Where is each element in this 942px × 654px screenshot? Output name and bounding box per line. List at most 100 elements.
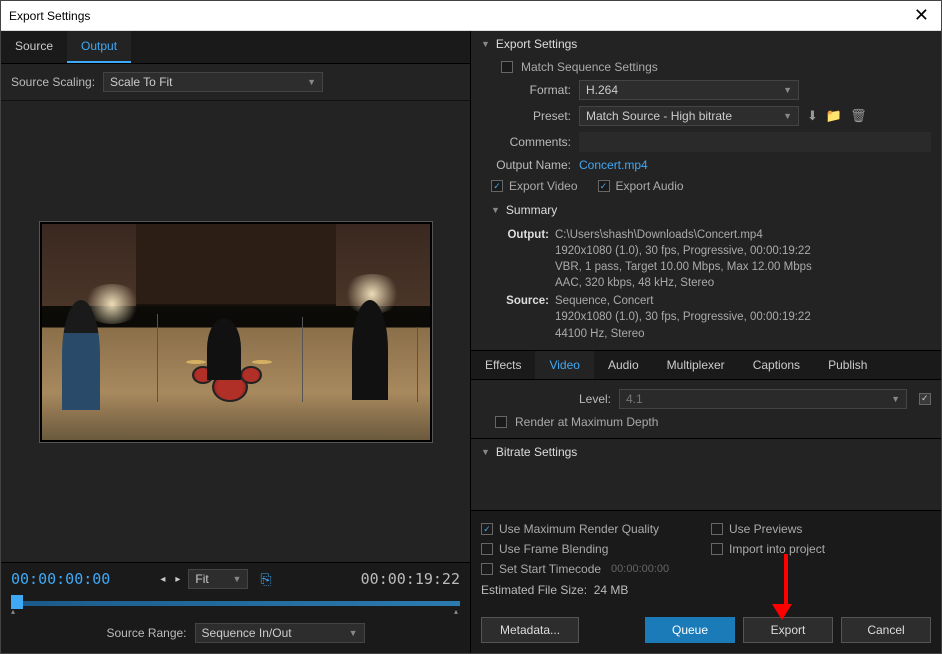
chevron-down-icon: ▼: [783, 111, 792, 121]
subtab-captions[interactable]: Captions: [739, 351, 814, 379]
comments-row: Comments:: [471, 129, 941, 155]
subtab-audio[interactable]: Audio: [594, 351, 653, 379]
out-marker-icon[interactable]: ▴: [454, 607, 460, 613]
source-scaling-value: Scale To Fit: [110, 75, 172, 89]
fit-dropdown[interactable]: Fit ▼: [188, 569, 248, 589]
est-size-label: Estimated File Size:: [481, 583, 587, 597]
use-max-render-checkbox[interactable]: [481, 523, 493, 535]
scrubber[interactable]: ▴ ▴: [11, 595, 460, 613]
queue-button[interactable]: Queue: [645, 617, 735, 643]
frame-blending-checkbox[interactable]: [481, 543, 493, 555]
summary-title: Summary: [506, 203, 557, 217]
subtab-multiplexer[interactable]: Multiplexer: [653, 351, 739, 379]
save-preset-icon[interactable]: ⬇: [807, 108, 818, 124]
format-label: Format:: [481, 83, 571, 97]
source-scaling-dropdown[interactable]: Scale To Fit ▼: [103, 72, 323, 92]
import-project-label: Import into project: [729, 542, 825, 556]
import-project-check: Import into project: [711, 542, 911, 556]
preset-icons: ⬇ 📁 🗑: [807, 108, 867, 124]
summary-out-line3: VBR, 1 pass, Target 10.00 Mbps, Max 12.0…: [555, 259, 931, 275]
subtab-effects[interactable]: Effects: [471, 351, 535, 379]
summary-output-row: Output: C:\Users\shash\Downloads\Concert…: [499, 227, 931, 291]
step-back-icon[interactable]: ◂: [158, 574, 167, 585]
crop-icon[interactable]: ⎘: [260, 571, 271, 588]
match-sequence-checkbox[interactable]: [501, 61, 513, 73]
start-tc-check: Set Start Timecode 00:00:00:00: [481, 562, 669, 576]
export-button[interactable]: Export: [743, 617, 833, 643]
summary-out-line4: AAC, 320 kbps, 48 kHz, Stereo: [555, 275, 931, 291]
output-name-row: Output Name: Concert.mp4: [471, 155, 941, 175]
subtab-video[interactable]: Video: [535, 351, 593, 379]
render-max-depth-row: Render at Maximum Depth: [471, 412, 941, 432]
output-name-label: Output Name:: [481, 158, 571, 172]
chevron-down-icon: ▼: [783, 85, 792, 95]
timecode-in[interactable]: 00:00:00:00: [11, 570, 110, 588]
right-scroll: ▼ Export Settings Match Sequence Setting…: [471, 31, 941, 510]
use-previews-checkbox[interactable]: [711, 523, 723, 535]
export-av-row: Export Video Export Audio: [471, 175, 941, 197]
export-audio-checkbox[interactable]: [598, 180, 610, 192]
import-preset-icon[interactable]: 📁: [826, 108, 842, 124]
tab-output[interactable]: Output: [67, 31, 131, 63]
timeline-area: 00:00:00:00 ◂ ▸ Fit ▼ ⎘ 00:00:19:22 ▴ ▴: [1, 562, 470, 653]
level-value: 4.1: [626, 392, 643, 406]
start-tc-value[interactable]: 00:00:00:00: [611, 563, 669, 575]
import-project-checkbox[interactable]: [711, 543, 723, 555]
export-audio-check: Export Audio: [598, 179, 684, 193]
format-value: H.264: [586, 83, 618, 97]
level-dropdown[interactable]: 4.1 ▼: [619, 389, 907, 409]
summary-output-label: Output:: [499, 227, 549, 291]
preview-area: [1, 101, 470, 562]
use-previews-check: Use Previews: [711, 522, 911, 536]
comments-label: Comments:: [481, 135, 571, 149]
subtab-publish[interactable]: Publish: [814, 351, 881, 379]
preview-frame[interactable]: [39, 221, 433, 443]
close-icon[interactable]: ✕: [910, 5, 933, 26]
in-marker-icon[interactable]: ▴: [11, 607, 17, 613]
summary-out-line1: C:\Users\shash\Downloads\Concert.mp4: [555, 227, 931, 243]
comments-input[interactable]: [579, 132, 931, 152]
summary-source-row: Source: Sequence, Concert 1920x1080 (1.0…: [499, 293, 931, 341]
disclosure-down-icon: ▼: [491, 205, 500, 215]
format-row: Format: H.264 ▼: [471, 77, 941, 103]
summary-source-text: Sequence, Concert 1920x1080 (1.0), 30 fp…: [555, 293, 931, 341]
metadata-button[interactable]: Metadata...: [481, 617, 579, 643]
bitrate-header[interactable]: ▼ Bitrate Settings: [471, 438, 941, 465]
render-options: Use Maximum Render Quality Use Previews …: [471, 510, 941, 607]
source-range-value: Sequence In/Out: [202, 626, 292, 640]
right-panel: ▼ Export Settings Match Sequence Setting…: [471, 31, 941, 653]
summary-src-line1: Sequence, Concert: [555, 293, 931, 309]
est-size-row: Estimated File Size: 24 MB: [481, 579, 931, 599]
use-max-render-check: Use Maximum Render Quality: [481, 522, 681, 536]
est-size-value: 24 MB: [594, 583, 629, 597]
left-panel: Source Output Source Scaling: Scale To F…: [1, 31, 471, 653]
export-video-checkbox[interactable]: [491, 180, 503, 192]
format-dropdown[interactable]: H.264 ▼: [579, 80, 799, 100]
timecode-out[interactable]: 00:00:19:22: [361, 570, 460, 588]
preset-row: Preset: Match Source - High bitrate ▼ ⬇ …: [471, 103, 941, 129]
start-tc-checkbox[interactable]: [481, 563, 493, 575]
play-icon[interactable]: ▸: [173, 574, 182, 585]
use-max-render-label: Use Maximum Render Quality: [499, 522, 659, 536]
summary-header[interactable]: ▼ Summary: [471, 197, 941, 223]
cancel-button[interactable]: Cancel: [841, 617, 931, 643]
scrub-track: [11, 601, 460, 606]
source-scaling-row: Source Scaling: Scale To Fit ▼: [1, 64, 470, 101]
chevron-down-icon: ▼: [891, 394, 900, 404]
export-settings-header[interactable]: ▼ Export Settings: [471, 31, 941, 57]
use-previews-label: Use Previews: [729, 522, 802, 536]
export-video-check: Export Video: [491, 179, 578, 193]
level-match-checkbox[interactable]: [919, 393, 931, 405]
main-area: Source Output Source Scaling: Scale To F…: [1, 31, 941, 653]
source-range-dropdown[interactable]: Sequence In/Out ▼: [195, 623, 365, 643]
summary-src-line3: 44100 Hz, Stereo: [555, 326, 931, 342]
export-settings-window: Export Settings ✕ Source Output Source S…: [0, 0, 942, 654]
render-max-depth-checkbox[interactable]: [495, 416, 507, 428]
delete-preset-icon[interactable]: 🗑: [850, 108, 867, 124]
render-max-depth-label: Render at Maximum Depth: [515, 415, 658, 429]
output-name-link[interactable]: Concert.mp4: [579, 158, 648, 172]
preset-dropdown[interactable]: Match Source - High bitrate ▼: [579, 106, 799, 126]
start-tc-label: Set Start Timecode: [499, 562, 601, 576]
tab-source[interactable]: Source: [1, 31, 67, 63]
frame-blending-check: Use Frame Blending: [481, 542, 681, 556]
